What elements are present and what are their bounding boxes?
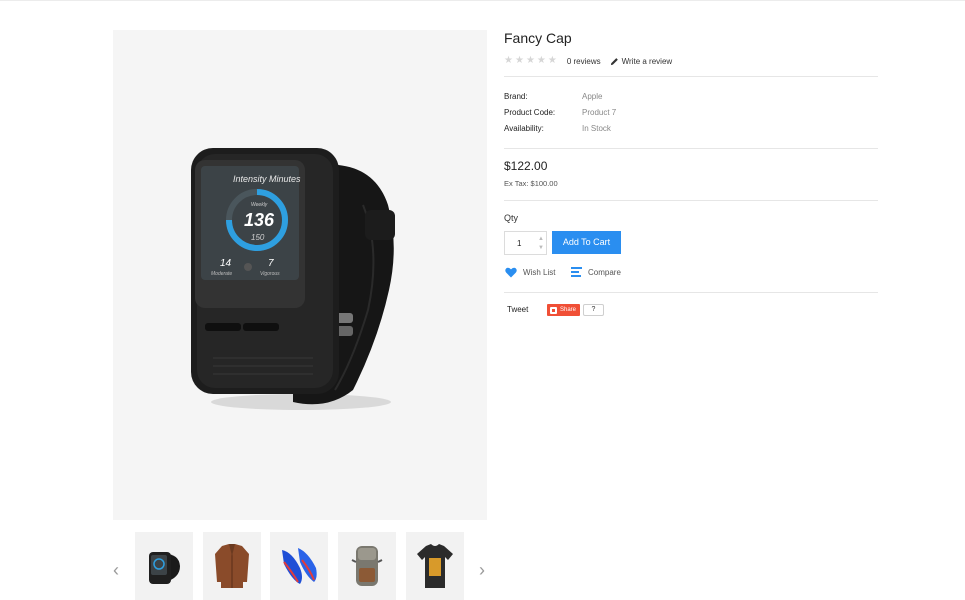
watch-moderate-value: 14 (220, 258, 232, 269)
watch-weekly: Weekly (251, 202, 268, 208)
chevron-right-icon[interactable]: › (472, 558, 492, 582)
watch-moderate-label: Moderate (211, 271, 232, 277)
rating-row: ★ ★ ★ ★ ★ 0 reviews Write a review (504, 54, 672, 68)
wish-list-label: Wish List (523, 268, 556, 277)
thumbnail-leather-jacket[interactable] (203, 532, 261, 600)
price: $122.00 (504, 159, 548, 173)
thumbnail-watch[interactable] (135, 532, 193, 600)
pencil-icon (610, 57, 618, 65)
write-review-link[interactable]: Write a review (610, 56, 673, 66)
compare-button[interactable]: Compare (571, 267, 621, 277)
spec-label: Product Code: (504, 108, 556, 117)
wish-list-button[interactable]: Wish List (505, 267, 555, 278)
share-count-badge: ? (583, 304, 604, 316)
share-label: Share (560, 307, 577, 313)
divider (504, 76, 878, 77)
product-info-panel: Fancy Cap ★ ★ ★ ★ ★ 0 reviews Write a re… (504, 28, 878, 316)
qty-label: Qty (504, 213, 519, 223)
smartwatch-image: Intensity Minutes Weekly 136 150 14 Mode… (191, 148, 395, 410)
star-icon: ★ (525, 55, 535, 66)
divider (504, 148, 878, 149)
heart-icon (505, 267, 517, 278)
share-icon (550, 306, 557, 314)
thumbnail-sneakers[interactable] (270, 532, 328, 600)
watch-value: 136 (244, 210, 275, 230)
main-product-image[interactable]: Intensity Minutes Weekly 136 150 14 Mode… (113, 30, 487, 520)
compare-icon (571, 267, 582, 277)
quantity-input[interactable]: 1 ▲ ▼ (504, 231, 547, 255)
star-icon: ★ (514, 55, 524, 66)
reviews-link[interactable]: 0 reviews (567, 57, 601, 66)
thumbnail-backpack[interactable] (338, 532, 396, 600)
watch-goal: 150 (251, 233, 265, 242)
chevron-up-icon[interactable]: ▲ (536, 235, 546, 243)
quantity-value[interactable]: 1 (517, 239, 521, 248)
chevron-left-icon[interactable]: ‹ (106, 558, 126, 582)
spec-value[interactable]: Apple (582, 91, 602, 103)
watch-screen-title: Intensity Minutes (233, 174, 301, 184)
star-rating: ★ ★ ★ ★ ★ (504, 56, 557, 66)
spec-label: Brand: (504, 92, 528, 101)
top-border (0, 0, 965, 1)
add-to-cart-button[interactable]: Add To Cart (552, 231, 621, 254)
star-icon: ★ (504, 55, 513, 66)
share-button[interactable]: Share (547, 304, 580, 316)
watch-vigorous-label: Vigorous (260, 271, 280, 277)
compare-label: Compare (588, 267, 621, 277)
watch-vigorous-value: 7 (268, 258, 274, 269)
star-icon: ★ (547, 55, 557, 66)
spec-label: Availability: (504, 124, 544, 133)
product-title: Fancy Cap (504, 30, 572, 46)
chevron-down-icon[interactable]: ▼ (536, 244, 546, 252)
thumbnail-t-shirt[interactable] (406, 532, 464, 600)
tweet-button[interactable]: Tweet (507, 305, 528, 314)
spec-value: In Stock (582, 124, 611, 133)
ex-tax-price: Ex Tax: $100.00 (504, 179, 558, 188)
star-icon: ★ (536, 55, 546, 66)
spec-value: Product 7 (582, 108, 617, 117)
divider (504, 200, 878, 201)
write-review-label: Write a review (621, 56, 673, 66)
divider (504, 292, 878, 293)
